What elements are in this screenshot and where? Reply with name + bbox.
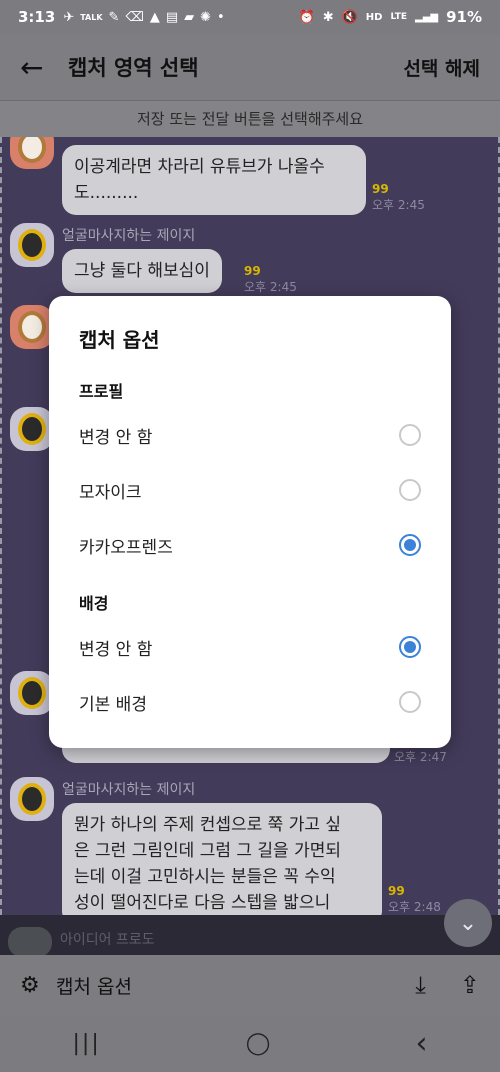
option-profile-no-change[interactable]: 변경 안 함	[79, 415, 421, 455]
back-arrow-icon[interactable]: ←	[20, 51, 60, 84]
avatar	[10, 671, 54, 715]
app-bar: ← 캡처 영역 선택 선택 해제	[0, 34, 500, 100]
sender-name: 얼굴마사지하는 제이지	[62, 228, 196, 244]
unread-count: 99	[372, 182, 389, 196]
alarm-icon: ⏰	[298, 9, 315, 25]
gear-icon: ✺	[200, 9, 212, 25]
sliders-icon[interactable]: ⚙	[20, 973, 52, 998]
message-bubble: 이공계라면 차라리 유튜브가 나올수 도.........	[62, 145, 366, 215]
message-time: 오후 2:47	[394, 750, 447, 764]
hd-voice-icon: HD	[365, 11, 383, 23]
option-label: 모자이크	[79, 482, 142, 503]
system-icons: ⏰ ✱ 🔇 HD LTE ▂▄▆ 91%	[299, 8, 482, 26]
capture-options-dialog: 캡처 옵션 프로필 변경 안 함 모자이크 카카오프렌즈 배경 변경 안 함 기…	[49, 296, 451, 748]
share-icon[interactable]: ⇪	[460, 971, 480, 999]
status-time: 3:13	[18, 8, 56, 26]
option-label: 변경 안 함	[79, 427, 153, 448]
message-time: 오후 2:48	[388, 900, 441, 914]
lte-icon: LTE	[390, 12, 408, 22]
bluetooth-icon: ✱	[322, 9, 334, 25]
download-icon[interactable]: ⤓	[415, 971, 426, 999]
message-meta: 오후 2:47	[394, 749, 447, 765]
pen-icon: ✎	[108, 9, 120, 25]
unread-count: 99	[244, 264, 261, 278]
message-time: 오후 2:45	[372, 198, 425, 212]
option-label: 변경 안 함	[79, 639, 153, 660]
radio-button[interactable]	[399, 691, 421, 713]
note-icon: ▰	[184, 9, 195, 25]
avatar	[10, 407, 54, 451]
avatar	[10, 305, 54, 349]
next-message-peek: 아이디어 프로도	[0, 915, 500, 957]
radio-button[interactable]	[399, 479, 421, 501]
chevron-down-icon: ⌄	[458, 910, 478, 936]
message-bubble: 그냥 둘다 해보심이	[62, 249, 222, 293]
dialog-title: 캡처 옵션	[79, 328, 160, 352]
person-icon: ▲	[149, 9, 160, 25]
system-nav-bar: ||| ◯ ‹	[0, 1015, 500, 1072]
status-bar: 3:13 ✈ TALK ✎ ⌫ ▲ ▤ ▰ ✺ • ⏰ ✱ 🔇 HD LTE ▂…	[0, 0, 500, 34]
signal-icon: ▂▄▆	[415, 11, 439, 23]
avatar	[10, 137, 54, 169]
page-title: 캡처 영역 선택	[68, 56, 199, 80]
unread-count: 99	[388, 884, 405, 898]
home-button[interactable]: ◯	[246, 1031, 271, 1056]
option-profile-mosaic[interactable]: 모자이크	[79, 470, 421, 510]
option-profile-kakaofriends[interactable]: 카카오프렌즈	[79, 525, 421, 565]
scroll-down-button[interactable]: ⌄	[444, 899, 492, 947]
message-meta: 99 오후 2:45	[372, 181, 425, 213]
mute-icon: 🔇	[341, 9, 358, 25]
message-time: 오후 2:45	[244, 280, 297, 294]
kakaotalk-icon: TALK	[80, 12, 103, 22]
eraser-icon: ⌫	[125, 9, 144, 25]
radio-button-selected[interactable]	[399, 636, 421, 658]
message-meta: 99 오후 2:45	[244, 263, 297, 295]
battery-level: 91%	[446, 8, 482, 26]
recents-button[interactable]: |||	[73, 1031, 101, 1056]
news-icon: ▤	[165, 9, 179, 25]
message-bubble: 뭔가 하나의 주제 컨셉으로 쭉 가고 싶 은 그런 그림인데 그럼 그 길을 …	[62, 803, 382, 915]
option-label: 카카오프렌즈	[79, 537, 173, 558]
section-profile: 프로필	[79, 382, 124, 401]
sender-name: 아이디어 프로도	[60, 932, 155, 948]
radio-button-selected[interactable]	[399, 534, 421, 556]
option-background-no-change[interactable]: 변경 안 함	[79, 627, 421, 667]
bottom-toolbar: ⚙ 캡처 옵션 ⤓ ⇪	[0, 955, 500, 1015]
sender-name: 얼굴마사지하는 제이지	[62, 782, 196, 798]
back-button[interactable]: ‹	[415, 1026, 427, 1061]
radio-button[interactable]	[399, 424, 421, 446]
section-background: 배경	[79, 594, 109, 613]
deselect-button[interactable]: 선택 해제	[403, 54, 480, 81]
avatar	[8, 927, 52, 957]
option-label: 기본 배경	[79, 694, 147, 715]
avatar	[10, 777, 54, 821]
message-meta: 99 오후 2:48	[388, 883, 441, 915]
avatar	[10, 223, 54, 267]
option-background-default[interactable]: 기본 배경	[79, 682, 421, 722]
more-dot-icon: •	[217, 9, 225, 25]
capture-hint: 저장 또는 전달 버튼을 선택해주세요	[0, 100, 500, 137]
telegram-icon: ✈	[63, 9, 75, 25]
notification-icons: ✈ TALK ✎ ⌫ ▲ ▤ ▰ ✺ •	[63, 10, 224, 25]
capture-options-button[interactable]: 캡처 옵션	[56, 972, 132, 999]
